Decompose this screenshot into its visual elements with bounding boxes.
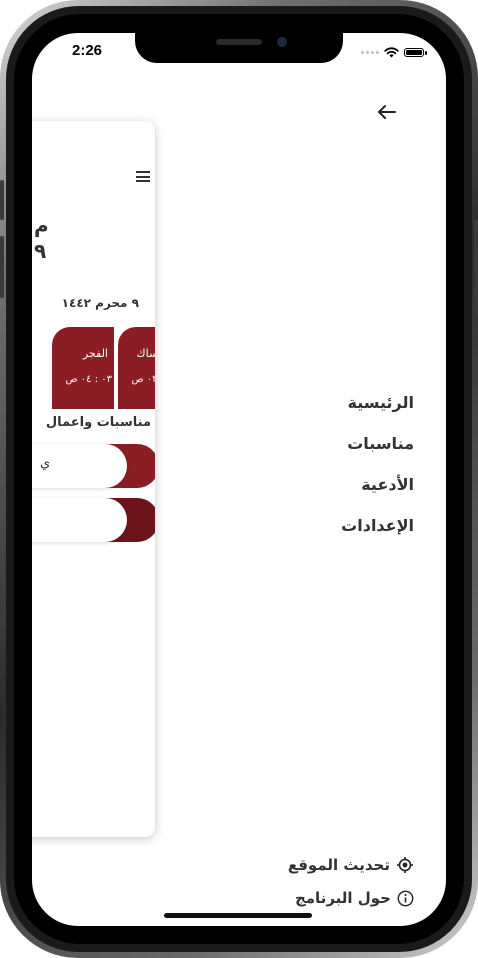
about-app-label: حول البرنامج: [294, 889, 391, 907]
occasion-item[interactable]: [32, 498, 155, 542]
occasion-item-label: ي: [40, 456, 51, 471]
update-location-link[interactable]: تحديث الموقع: [288, 856, 414, 874]
menu-item-occasions[interactable]: مناسبات: [341, 434, 414, 453]
occasion-item-body: [32, 498, 127, 542]
prayer-card-fajr[interactable]: الفجر ٠٣ : ٠٤ ص: [52, 327, 114, 409]
drawer-menu: الرئيسية مناسبات الأدعية الإعدادات: [341, 393, 414, 557]
menu-item-supplications[interactable]: الأدعية: [341, 475, 414, 494]
info-icon: [397, 890, 414, 906]
location-target-icon: [397, 857, 413, 873]
occasion-item[interactable]: ي: [32, 444, 155, 488]
power-button: [474, 220, 478, 316]
prayer-name: الإمساك: [136, 347, 155, 360]
front-camera: [277, 37, 287, 47]
screen: 2:26 م ٩ ٩ محرم ١٤٤٢ الإمساك ٥٣ : ٠٣ ص ا…: [32, 33, 446, 926]
volume-down-button: [0, 236, 4, 298]
prayer-time: ٥٣ : ٠٣ ص: [131, 374, 155, 385]
prayer-name: الفجر: [82, 347, 108, 360]
home-screen-preview[interactable]: م ٩ ٩ محرم ١٤٤٢ الإمساك ٥٣ : ٠٣ ص الفجر …: [32, 121, 155, 837]
menu-item-home[interactable]: الرئيسية: [341, 393, 415, 412]
status-icons: [361, 46, 427, 58]
notch: [135, 33, 343, 63]
update-location-label: تحديث الموقع: [287, 856, 390, 874]
hijri-date: ٩ محرم ١٤٤٢: [61, 296, 139, 310]
speaker: [216, 39, 262, 45]
prayer-time: ٠٣ : ٠٤ ص: [65, 374, 112, 385]
hamburger-menu-icon[interactable]: [136, 171, 150, 182]
about-app-link[interactable]: حول البرنامج: [295, 889, 414, 907]
status-time: 2:26: [72, 42, 103, 59]
menu-item-settings[interactable]: الإعدادات: [341, 516, 414, 535]
occasion-item-body: ي: [32, 444, 127, 488]
wifi-icon: [384, 46, 399, 57]
battery-icon: [404, 47, 427, 57]
section-title-occasions: مناسبات واعمال: [45, 415, 151, 430]
date-number-fragment: ٩: [34, 239, 47, 263]
location-text-fragment: م: [34, 213, 49, 237]
back-arrow-icon[interactable]: [374, 99, 400, 125]
home-indicator[interactable]: [164, 913, 312, 918]
prayer-card-imsak[interactable]: الإمساك ٥٣ : ٠٣ ص: [118, 327, 155, 409]
volume-up-button: [0, 180, 4, 220]
signal-dots-icon: [361, 50, 379, 54]
